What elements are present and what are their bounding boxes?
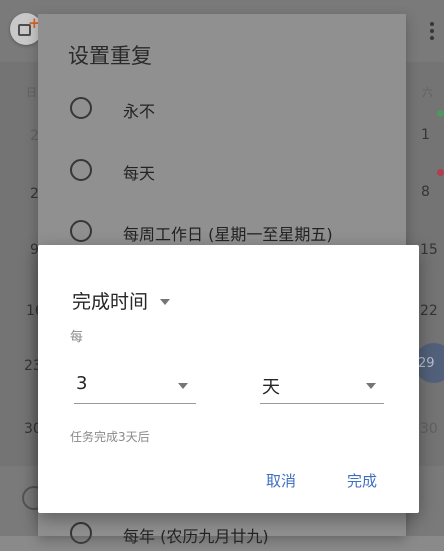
unit-value: 天 bbox=[262, 377, 280, 398]
every-label: 每 bbox=[70, 330, 84, 345]
repeat-mode-dropdown[interactable]: 完成时间 bbox=[72, 287, 171, 314]
done-button[interactable]: 完成 bbox=[347, 470, 377, 491]
unit-select[interactable]: 天 bbox=[260, 369, 384, 404]
cancel-button[interactable]: 取消 bbox=[266, 470, 296, 491]
interval-value: 3 bbox=[76, 373, 88, 394]
chevron-down-icon bbox=[366, 383, 376, 389]
chevron-down-icon bbox=[178, 383, 188, 389]
repeat-hint: 任务完成3天后 bbox=[70, 430, 150, 444]
interval-select[interactable]: 3 bbox=[74, 369, 196, 404]
chevron-down-icon bbox=[160, 298, 171, 305]
repeat-mode-value: 完成时间 bbox=[72, 291, 149, 313]
completion-repeat-dialog: 完成时间 每 3 天 任务完成3天后 取消 完成 bbox=[38, 245, 419, 513]
